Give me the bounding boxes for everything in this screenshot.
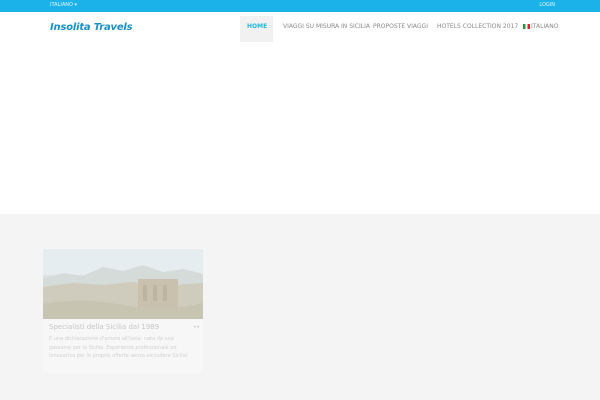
nav-proposte-viaggi[interactable]: PROPOSTE VIAGGI xyxy=(373,23,428,30)
card-title: Specialisti della Sicilia dal 1989 xyxy=(49,323,160,331)
card-text: È una dichiarazione d'amore all'isola: n… xyxy=(49,336,189,359)
feature-card[interactable]: Specialisti della Sicilia dal 1989 •• È … xyxy=(43,249,203,373)
site-logo[interactable]: Insolita Travels xyxy=(50,22,133,33)
header: Insolita Travels HOME VIAGGI SU MISURA I… xyxy=(0,12,600,42)
nav-hotels-collection[interactable]: HOTELS COLLECTION 2017 xyxy=(437,23,518,30)
card-image xyxy=(43,249,203,319)
login-link[interactable]: LOGIN xyxy=(539,2,555,8)
nav-home[interactable]: HOME xyxy=(247,23,267,30)
italy-flag-icon xyxy=(523,24,530,29)
nav-viaggi-su-misura[interactable]: VIAGGI SU MISURA IN SICILIA xyxy=(283,23,370,30)
nav-language-label: ITALIANO xyxy=(531,23,559,30)
nav-language[interactable]: ITALIANO xyxy=(523,23,559,30)
language-selector[interactable]: ITALIANO ▾ xyxy=(50,2,77,8)
more-icon[interactable]: •• xyxy=(193,324,200,331)
top-bar: ITALIANO ▾ LOGIN xyxy=(0,0,600,12)
hero-area xyxy=(0,42,600,214)
